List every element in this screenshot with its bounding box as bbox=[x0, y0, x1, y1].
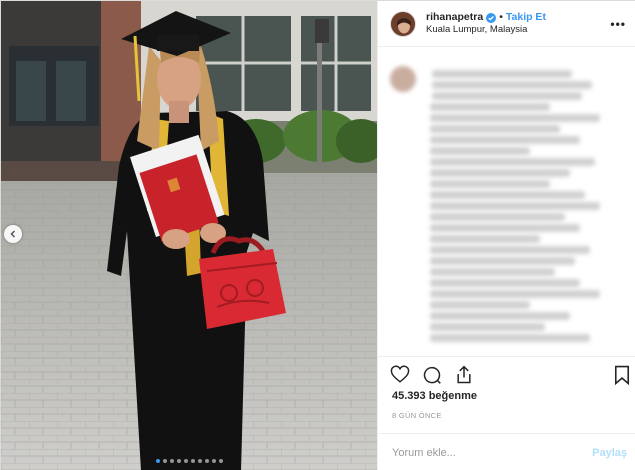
post-photo[interactable] bbox=[1, 1, 377, 470]
blurred-text-line bbox=[432, 70, 572, 78]
carousel-dot bbox=[162, 459, 167, 463]
location-link[interactable]: Kuala Lumpur, Malaysia bbox=[426, 24, 608, 36]
blurred-text-line bbox=[430, 323, 545, 331]
post-timestamp[interactable]: 8 GÜN ÖNCE bbox=[392, 411, 442, 420]
carousel-indicator bbox=[1, 459, 377, 463]
blurred-text-line bbox=[430, 268, 555, 276]
avatar-image bbox=[391, 11, 415, 36]
carousel-dot bbox=[204, 459, 209, 463]
post-comment-button[interactable]: Paylaş bbox=[592, 447, 627, 459]
blurred-text-line bbox=[430, 224, 580, 232]
comment-input[interactable] bbox=[392, 446, 593, 459]
blurred-text-line bbox=[430, 235, 540, 243]
instagram-post: rihanapetra • Takip Et Kuala Lumpur, Mal… bbox=[0, 0, 635, 470]
blurred-text-line bbox=[430, 312, 570, 320]
blurred-text-line bbox=[430, 158, 595, 166]
chevron-left-icon bbox=[10, 230, 16, 238]
blurred-text-line bbox=[430, 246, 590, 254]
blurred-text-line bbox=[430, 301, 530, 309]
bookmark-icon[interactable] bbox=[614, 365, 630, 390]
carousel-dot bbox=[169, 459, 174, 463]
blurred-text-line bbox=[430, 114, 600, 122]
action-bar bbox=[378, 356, 635, 392]
blurred-text-line bbox=[432, 92, 582, 100]
avatar[interactable] bbox=[390, 10, 416, 37]
carousel-dot bbox=[176, 459, 181, 463]
carousel-dot bbox=[183, 459, 188, 463]
header-text: rihanapetra • Takip Et Kuala Lumpur, Mal… bbox=[426, 11, 608, 36]
blurred-text-line bbox=[430, 257, 575, 265]
blurred-text-line bbox=[430, 103, 550, 111]
blurred-text-line bbox=[430, 202, 600, 210]
username-link[interactable]: rihanapetra bbox=[426, 11, 483, 24]
carousel-dot bbox=[197, 459, 202, 463]
comment-bar: Paylaş bbox=[378, 433, 635, 470]
blurred-text-line bbox=[430, 279, 580, 287]
blurred-text-line bbox=[430, 191, 585, 199]
heart-icon[interactable] bbox=[390, 365, 410, 388]
blurred-text-line bbox=[430, 147, 530, 155]
share-icon[interactable] bbox=[454, 365, 474, 390]
likes-count[interactable]: 45.393 beğenme bbox=[392, 390, 477, 402]
blurred-text-line bbox=[430, 213, 565, 221]
blurred-text-line bbox=[430, 334, 590, 342]
carousel-dot bbox=[190, 459, 195, 463]
blurred-text-line bbox=[430, 136, 580, 144]
more-options-button[interactable]: ••• bbox=[608, 17, 626, 31]
caption-area bbox=[378, 48, 635, 356]
comment-icon[interactable] bbox=[422, 365, 442, 390]
carousel-dot bbox=[211, 459, 216, 463]
blurred-text-line bbox=[430, 290, 600, 298]
follow-button[interactable]: Takip Et bbox=[506, 11, 546, 24]
verified-badge-icon bbox=[486, 12, 497, 23]
carousel-dot bbox=[218, 459, 223, 463]
header-separator: • bbox=[499, 11, 503, 23]
caption-avatar bbox=[390, 66, 416, 92]
blurred-text-line bbox=[432, 81, 592, 89]
prev-photo-button[interactable] bbox=[4, 225, 22, 243]
blurred-text-line bbox=[430, 125, 560, 133]
post-sidebar: rihanapetra • Takip Et Kuala Lumpur, Mal… bbox=[377, 1, 635, 470]
blurred-text-line bbox=[430, 169, 570, 177]
blurred-text-line bbox=[430, 180, 550, 188]
post-header: rihanapetra • Takip Et Kuala Lumpur, Mal… bbox=[378, 1, 635, 47]
carousel-dot bbox=[155, 459, 160, 463]
graduation-photo bbox=[1, 1, 377, 470]
